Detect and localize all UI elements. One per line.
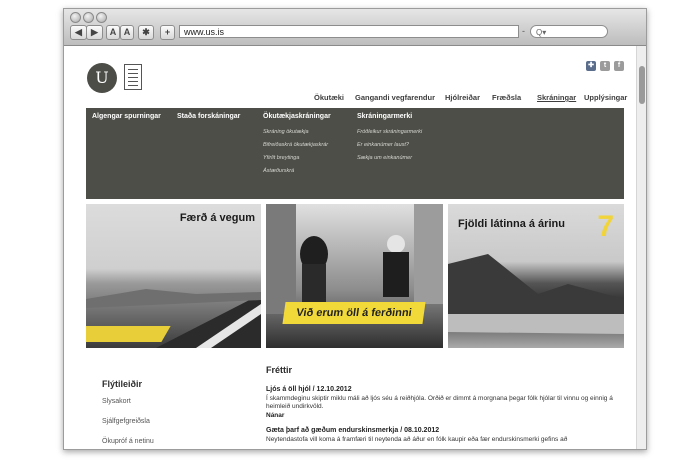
news-body: Neytendastofa vill koma á framfæri til n…: [266, 436, 568, 443]
sidebar-link[interactable]: Slysakort: [102, 398, 131, 405]
menu-item[interactable]: Sækja um einkanúmer: [357, 155, 412, 161]
twitter-icon[interactable]: t: [600, 61, 610, 71]
cyclists-photo: [266, 204, 443, 314]
menu-heading-forskraningar[interactable]: Staða forskáningar: [177, 113, 240, 120]
back-button[interactable]: ◀: [70, 25, 87, 40]
fatalities-count: 7: [597, 210, 614, 243]
sidebar-link[interactable]: Ökupróf á netinu: [102, 438, 154, 445]
text-larger-button[interactable]: A: [120, 25, 134, 40]
search-field[interactable]: Q▾: [530, 25, 608, 38]
reload-icon[interactable]: -: [522, 26, 525, 36]
nav-gangandi[interactable]: Gangandi vegfarendur: [355, 93, 435, 102]
banner-title: Færð á vegum: [179, 212, 255, 224]
text-smaller-button[interactable]: A: [106, 25, 120, 40]
bug-button[interactable]: ✱: [138, 25, 154, 40]
menu-item[interactable]: Skráning ökutækja: [263, 129, 309, 135]
web-page: U ✚ t f Ökutæki Gangandi vegfarendur Hjó…: [64, 46, 646, 449]
news-title[interactable]: Ljós á öll hjól / 12.10.2012: [266, 386, 352, 393]
facebook-icon[interactable]: f: [614, 61, 624, 71]
menu-item[interactable]: Ástæðurskrá: [263, 168, 294, 174]
menu-heading-algengar[interactable]: Algengar spurningar: [92, 113, 161, 120]
mega-menu: Algengar spurningar Staða forskáningar Ö…: [86, 108, 624, 199]
banner-caption: Við erum öll á ferðinni: [282, 302, 426, 324]
sidebar-title: Flýtileiðir: [102, 379, 143, 389]
news-more-link[interactable]: Nánar: [266, 412, 284, 419]
menu-item[interactable]: Bifreiðaskrá ökutækjaskrár: [263, 142, 328, 148]
menu-item[interactable]: Er einkanúmer laust?: [357, 142, 409, 148]
close-window-icon[interactable]: [70, 12, 81, 23]
zoom-window-icon[interactable]: [96, 12, 107, 23]
news-body: Í skammdeginu skiptir miklu máli að ljós…: [266, 395, 613, 410]
vertical-scrollbar[interactable]: [636, 46, 646, 449]
news-heading: Fréttir: [266, 365, 293, 375]
bug-icon: ✱: [142, 27, 150, 37]
nav-hjolreidar[interactable]: Hjólreiðar: [445, 93, 480, 102]
browser-window: ◀ ▶ A A ✱ + www.us.is - Q▾ U ✚ t f Ökutæ…: [63, 8, 647, 450]
browser-toolbar: ◀ ▶ A A ✱ + www.us.is - Q▾: [64, 9, 646, 46]
nav-skraningar[interactable]: Skráningar: [537, 93, 576, 102]
yellow-stripe: [86, 326, 171, 342]
forward-button[interactable]: ▶: [86, 25, 103, 40]
address-bar[interactable]: www.us.is: [179, 25, 519, 38]
menu-item[interactable]: Fróðleikur skráningarmerki: [357, 129, 422, 135]
document-logo-icon[interactable]: [124, 64, 142, 90]
add-bookmark-button[interactable]: +: [160, 25, 175, 40]
menu-heading-okutaekjaskraningar[interactable]: Ökutækjaskráningar: [263, 113, 331, 120]
news-title[interactable]: Gæta þarf að gæðum endurskinsmerkja / 08…: [266, 427, 439, 434]
minimize-window-icon[interactable]: [83, 12, 94, 23]
site-logo[interactable]: U: [87, 63, 117, 93]
banner-cyclists[interactable]: Við erum öll á ferðinni: [266, 204, 443, 348]
scrollbar-thumb[interactable]: [639, 66, 645, 104]
banner-fatalities[interactable]: Fjöldi látinna á árinu 7: [448, 204, 624, 348]
flag-uk-icon[interactable]: ✚: [586, 61, 596, 71]
banner-road-conditions[interactable]: Færð á vegum: [86, 204, 261, 348]
menu-heading-skraningarmerki[interactable]: Skráningarmerki: [357, 113, 412, 120]
sidebar-link[interactable]: Sjálfgefgreiðsla: [102, 418, 150, 425]
nav-okutaeki[interactable]: Ökutæki: [314, 93, 344, 102]
nav-upplysingar[interactable]: Upplýsingar: [584, 93, 627, 102]
forward-arrow-icon: ▶: [91, 27, 98, 37]
banner-title: Fjöldi látinna á árinu: [458, 218, 565, 230]
nav-fraedsla[interactable]: Fræðsla: [492, 93, 521, 102]
menu-item[interactable]: Yfirlit breytinga: [263, 155, 299, 161]
back-arrow-icon: ◀: [75, 27, 82, 37]
